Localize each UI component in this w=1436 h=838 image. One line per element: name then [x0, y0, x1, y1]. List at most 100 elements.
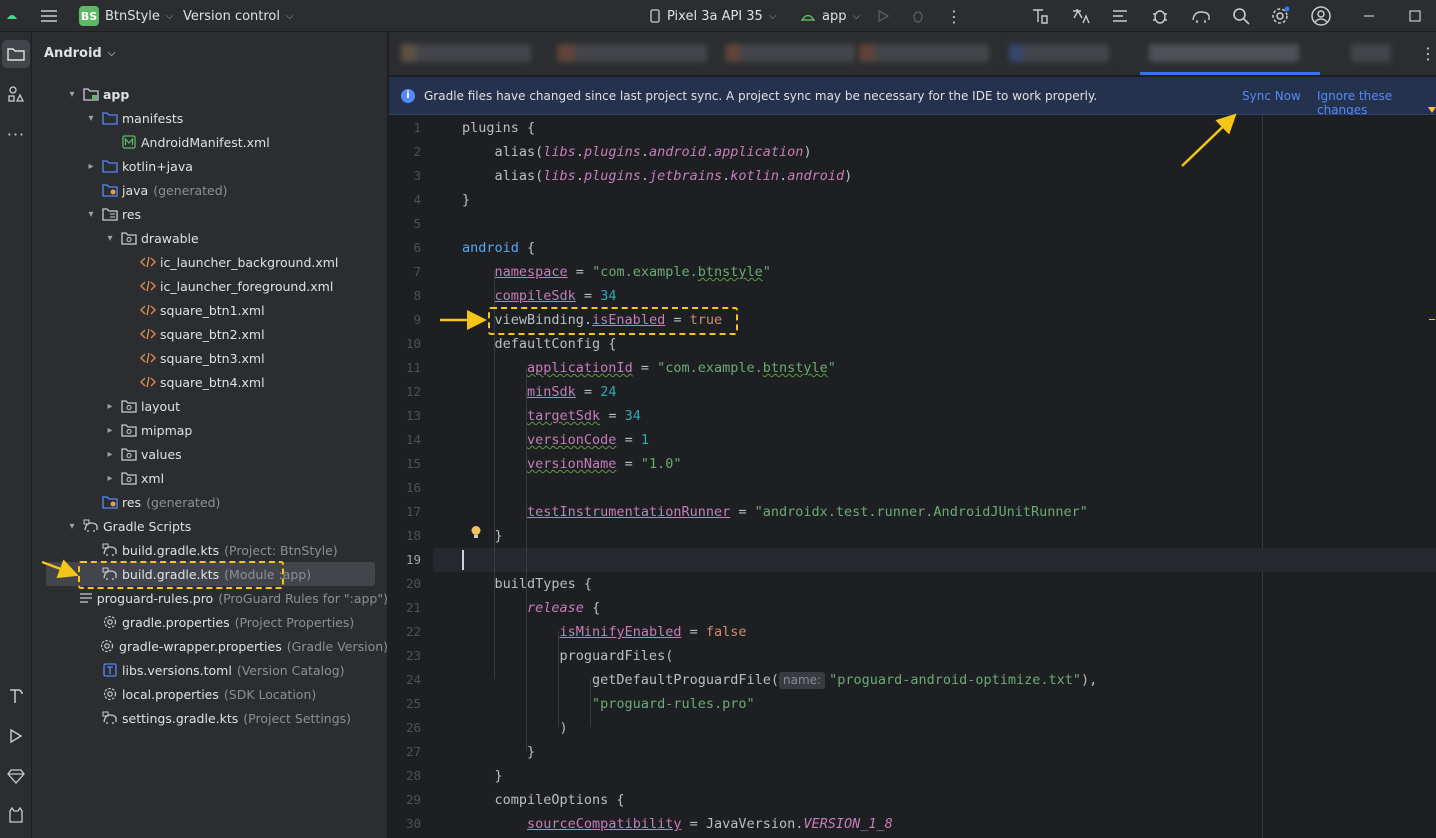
- tree-item[interactable]: build.gradle.kts (Project: BtnStyle): [32, 538, 388, 562]
- tree-item[interactable]: ic_launcher_foreground.xml: [32, 274, 388, 298]
- code-line[interactable]: ): [462, 716, 568, 740]
- tree-item[interactable]: AndroidManifest.xml: [32, 130, 388, 154]
- code-line[interactable]: alias(libs.plugins.jetbrains.kotlin.andr…: [462, 164, 853, 188]
- editor-tab[interactable]: [725, 44, 855, 62]
- tree-item[interactable]: java (generated): [32, 178, 388, 202]
- code-line[interactable]: buildTypes {: [462, 572, 593, 596]
- device-label: Pixel 3a API 35: [667, 8, 763, 24]
- code-line[interactable]: }: [462, 740, 535, 764]
- chevron-down-icon[interactable]: ▾: [65, 521, 79, 532]
- chevron-right-icon[interactable]: ▸: [84, 161, 98, 172]
- code-line[interactable]: versionCode = 1: [462, 428, 649, 452]
- search-button[interactable]: [1231, 0, 1251, 32]
- code-line[interactable]: sourceCompatibility = JavaVersion.VERSIO…: [462, 812, 893, 836]
- tree-item[interactable]: ▸ mipmap: [32, 418, 388, 442]
- debug-button[interactable]: [910, 0, 926, 32]
- tree-item[interactable]: gradle-wrapper.properties (Gradle Version…: [32, 634, 388, 658]
- project-view-selector[interactable]: Android ⌵: [44, 46, 115, 61]
- code-line[interactable]: android {: [462, 236, 535, 260]
- code-line[interactable]: }: [462, 188, 470, 212]
- logcat-button[interactable]: [1110, 0, 1130, 32]
- tree-item[interactable]: ic_launcher_background.xml: [32, 250, 388, 274]
- main-menu-icon[interactable]: [40, 0, 58, 32]
- code-line[interactable]: defaultConfig {: [462, 332, 617, 356]
- account-button[interactable]: [1310, 0, 1332, 32]
- code-line[interactable]: release {: [462, 596, 600, 620]
- editor-tab[interactable]: [1009, 44, 1109, 62]
- tree-item[interactable]: ▸ xml: [32, 466, 388, 490]
- resource-manager-button[interactable]: [2, 80, 30, 108]
- chevron-down-icon[interactable]: ▾: [65, 89, 79, 100]
- editor-tab[interactable]: [1351, 44, 1391, 62]
- chevron-down-icon[interactable]: ▾: [84, 209, 98, 220]
- tree-item[interactable]: libs.versions.toml (Version Catalog): [32, 658, 388, 682]
- settings-button[interactable]: [1270, 0, 1290, 32]
- editor-tab[interactable]: [859, 44, 989, 62]
- chevron-right-icon[interactable]: ▸: [103, 425, 117, 436]
- build-tool-window-button[interactable]: [2, 682, 30, 710]
- tool-window-strip: ···: [0, 32, 32, 838]
- gradle-sync-button[interactable]: [1190, 0, 1212, 32]
- code-line[interactable]: alias(libs.plugins.android.application): [462, 140, 812, 164]
- chevron-down-icon[interactable]: ▾: [103, 233, 117, 244]
- ignore-changes-link[interactable]: Ignore these changes: [1317, 89, 1436, 117]
- tree-item[interactable]: ▾ app: [32, 82, 388, 106]
- debug-tool-button[interactable]: [1150, 0, 1170, 32]
- tree-item[interactable]: square_btn2.xml: [32, 322, 388, 346]
- run-config-selector[interactable]: app ⌵: [800, 0, 860, 32]
- chevron-down-icon[interactable]: ▾: [84, 113, 98, 124]
- sync-now-link[interactable]: Sync Now: [1242, 89, 1301, 103]
- logcat-tool-window-button[interactable]: [2, 802, 30, 830]
- code-line[interactable]: "proguard-rules.pro": [462, 692, 755, 716]
- editor-tab[interactable]: [557, 44, 707, 62]
- build-tool-button[interactable]: [1030, 0, 1050, 32]
- code-editor[interactable]: 1 plugins {2 alias(libs.plugins.android.a…: [389, 107, 1436, 838]
- chevron-right-icon[interactable]: ▸: [103, 449, 117, 460]
- more-actions-button[interactable]: ⋮: [946, 0, 962, 32]
- app-quality-button[interactable]: [2, 762, 30, 790]
- tree-item[interactable]: square_btn1.xml: [32, 298, 388, 322]
- tree-item[interactable]: square_btn3.xml: [32, 346, 388, 370]
- editor-tab[interactable]: [401, 44, 531, 62]
- code-line[interactable]: minSdk = 24: [462, 380, 616, 404]
- tree-item[interactable]: settings.gradle.kts (Project Settings): [32, 706, 388, 730]
- tree-item[interactable]: ▾ Gradle Scripts: [32, 514, 388, 538]
- vcs-widget[interactable]: Version control ⌵: [183, 0, 294, 32]
- tree-item[interactable]: ▾ drawable: [32, 226, 388, 250]
- tree-item[interactable]: gradle.properties (Project Properties): [32, 610, 388, 634]
- chevron-down-icon: ⌵: [165, 10, 174, 22]
- tree-item[interactable]: ▸ kotlin+java: [32, 154, 388, 178]
- tree-item[interactable]: ▸ layout: [32, 394, 388, 418]
- tree-item[interactable]: local.properties (SDK Location): [32, 682, 388, 706]
- tree-item[interactable]: res (generated): [32, 490, 388, 514]
- translate-button[interactable]: [1070, 0, 1090, 32]
- more-tool-windows-button[interactable]: ···: [2, 120, 30, 148]
- maximize-button[interactable]: [1409, 0, 1421, 32]
- code-line[interactable]: isMinifyEnabled = false: [462, 620, 747, 644]
- chevron-down-icon: ⌵: [286, 10, 294, 22]
- run-tool-window-button[interactable]: [2, 722, 30, 750]
- code-line[interactable]: }: [462, 764, 503, 788]
- lightbulb-icon[interactable]: [469, 525, 483, 539]
- project-tool-button[interactable]: [2, 40, 30, 68]
- code-line[interactable]: compileOptions {: [462, 788, 625, 812]
- tree-item[interactable]: ▸ values: [32, 442, 388, 466]
- tree-item[interactable]: proguard-rules.pro (ProGuard Rules for ":…: [32, 586, 388, 610]
- editor-tab-active[interactable]: [1149, 44, 1299, 62]
- tab-actions-icon[interactable]: ⋮: [1420, 44, 1436, 63]
- code-line[interactable]: compileSdk = 34: [462, 284, 617, 308]
- device-selector[interactable]: Pixel 3a API 35 ⌵: [648, 0, 776, 32]
- code-line[interactable]: testInstrumentationRunner = "androidx.te…: [462, 500, 1088, 524]
- chevron-right-icon[interactable]: ▸: [103, 401, 117, 412]
- code-line[interactable]: applicationId = "com.example.btnstyle": [462, 356, 836, 380]
- code-line[interactable]: plugins {: [462, 116, 535, 140]
- code-line[interactable]: targetSdk = 34: [462, 404, 641, 428]
- tree-item[interactable]: ▾ manifests: [32, 106, 388, 130]
- tree-item[interactable]: square_btn4.xml: [32, 370, 388, 394]
- minimize-button[interactable]: [1363, 0, 1375, 32]
- run-button[interactable]: [876, 0, 890, 32]
- chevron-right-icon[interactable]: ▸: [103, 473, 117, 484]
- code-line[interactable]: namespace = "com.example.btnstyle": [462, 260, 771, 284]
- project-widget[interactable]: BS BtnStyle ⌵: [79, 0, 174, 32]
- tree-item[interactable]: ▾ res: [32, 202, 388, 226]
